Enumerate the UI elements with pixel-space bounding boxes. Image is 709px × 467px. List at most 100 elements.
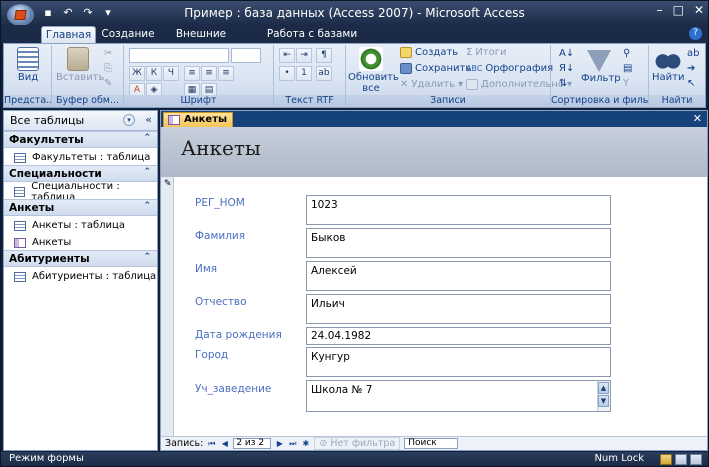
field-surname[interactable]: Быков bbox=[306, 228, 611, 258]
next-record-icon[interactable]: ▶ bbox=[275, 439, 284, 448]
last-record-icon[interactable]: ⏭ bbox=[288, 439, 297, 449]
italic-icon[interactable]: К bbox=[146, 66, 162, 81]
spelling-label: Орфография bbox=[485, 63, 554, 74]
find-button[interactable]: Найти bbox=[652, 47, 684, 83]
nav-item-specialties-table[interactable]: Специальности : таблица bbox=[4, 181, 157, 203]
tab-home[interactable]: Главная bbox=[41, 26, 96, 43]
filter-status-icon: ⊘ bbox=[319, 438, 331, 449]
field-birthdate[interactable]: 24.04.1982 bbox=[306, 327, 611, 345]
save-record-button[interactable]: Сохранить bbox=[400, 63, 471, 74]
replace-icon[interactable]: ab bbox=[687, 48, 699, 59]
scroll-down-icon[interactable]: ▼ bbox=[598, 395, 609, 407]
group-collapse-icon: ⌃ bbox=[143, 252, 151, 262]
group-label-find: Найти bbox=[649, 95, 705, 107]
tab-create[interactable]: Создание bbox=[99, 26, 157, 43]
form-icon bbox=[168, 115, 180, 125]
numbering-icon[interactable]: 1 bbox=[296, 66, 312, 81]
nav-group-faculties[interactable]: Факультеты ⌃ bbox=[4, 131, 157, 148]
goto-icon[interactable]: ➔ bbox=[687, 63, 695, 74]
increase-indent-icon[interactable]: ⇥ bbox=[296, 48, 312, 63]
filter-button[interactable]: Фильтр bbox=[581, 47, 621, 84]
nav-item-applicants-table[interactable]: Абитуриенты : таблица bbox=[4, 267, 157, 284]
refresh-icon bbox=[359, 47, 383, 71]
align-left-icon[interactable]: ≡ bbox=[184, 66, 200, 81]
totals-button[interactable]: Σ Итоги bbox=[466, 47, 507, 58]
nav-menu-dropdown-icon[interactable]: ▾ bbox=[123, 114, 135, 126]
sort-ascending-icon[interactable]: A↓ bbox=[559, 48, 574, 59]
group-views: Вид Предста... bbox=[4, 45, 52, 107]
help-icon[interactable]: ? bbox=[689, 27, 702, 40]
nav-header[interactable]: Все таблицы ▾ « bbox=[4, 111, 157, 131]
rtl-icon[interactable]: ¶ bbox=[316, 48, 332, 63]
decrease-indent-icon[interactable]: ⇤ bbox=[279, 48, 295, 63]
new-record-button[interactable]: Создать bbox=[400, 47, 458, 58]
document-tab-bar: Анкеты ✕ bbox=[161, 111, 707, 127]
field-city[interactable]: Кунгур bbox=[306, 347, 611, 377]
delete-icon: ✕ bbox=[400, 79, 409, 90]
filter-status[interactable]: ⊘ Нет фильтра bbox=[314, 437, 401, 450]
nav-item-label: Абитуриенты : таблица bbox=[32, 271, 157, 282]
group-label-clipboard: Буфер обм... bbox=[52, 95, 123, 107]
align-center-icon[interactable]: ≡ bbox=[201, 66, 217, 81]
format-painter-icon[interactable]: ✎ bbox=[104, 78, 112, 89]
font-name-box[interactable] bbox=[129, 48, 229, 63]
highlight-icon[interactable]: ab bbox=[316, 66, 332, 81]
access-window: ▪ ↶ ↷ ▾ Пример : база данных (Access 200… bbox=[0, 0, 709, 467]
table-icon bbox=[14, 152, 26, 163]
nav-group-specialties[interactable]: Специальности ⌃ bbox=[4, 165, 157, 182]
group-label-font: Шрифт bbox=[124, 95, 273, 107]
paste-button[interactable]: Вставить bbox=[56, 47, 104, 83]
close-icon[interactable]: ✕ bbox=[694, 3, 704, 17]
minimize-icon[interactable]: – bbox=[657, 3, 663, 17]
tab-external-data[interactable]: Внешние данные bbox=[157, 26, 245, 52]
document-close-icon[interactable]: ✕ bbox=[693, 112, 702, 125]
underline-icon[interactable]: Ч bbox=[163, 66, 179, 81]
field-school[interactable]: Школа № 7 ▲ ▼ bbox=[306, 380, 611, 412]
field-school-scrollbar[interactable]: ▲ ▼ bbox=[597, 381, 610, 411]
delete-record-button[interactable]: ✕ Удалить ▾ bbox=[400, 79, 463, 90]
nav-group-label: Факультеты bbox=[9, 134, 84, 146]
nav-item-questionnaires-table[interactable]: Анкеты : таблица bbox=[4, 216, 157, 233]
refresh-all-button[interactable]: Обновить все bbox=[348, 47, 399, 94]
bullets-icon[interactable]: • bbox=[279, 66, 295, 81]
selection-filter-icon[interactable]: ⚲ bbox=[623, 48, 630, 59]
nav-collapse-icon[interactable]: « bbox=[145, 113, 152, 126]
nav-group-applicants[interactable]: Абитуриенты ⌃ bbox=[4, 250, 157, 267]
advanced-filter-icon[interactable]: ▤ bbox=[623, 63, 632, 74]
nav-group-questionnaires[interactable]: Анкеты ⌃ bbox=[4, 199, 157, 216]
field-reg-num[interactable]: 1023 bbox=[306, 195, 611, 225]
record-search-input[interactable]: Поиск bbox=[404, 438, 459, 449]
first-record-icon[interactable]: ⏮ bbox=[207, 439, 216, 449]
totals-label: Итоги bbox=[475, 47, 507, 58]
new-record-nav-icon[interactable]: ✱ bbox=[301, 439, 310, 448]
tab-database-tools[interactable]: Работа с базами данных bbox=[247, 26, 377, 52]
nav-item-questionnaires-form[interactable]: Анкеты bbox=[4, 233, 157, 250]
document-tab-questionnaires[interactable]: Анкеты bbox=[163, 112, 233, 127]
maximize-icon[interactable]: □ bbox=[673, 3, 684, 17]
select-icon[interactable]: ↖ bbox=[687, 78, 695, 89]
design-view-icon[interactable] bbox=[690, 454, 702, 465]
cut-icon[interactable]: ✂ bbox=[104, 48, 112, 59]
prev-record-icon[interactable]: ◀ bbox=[220, 439, 229, 448]
view-button[interactable]: Вид bbox=[12, 47, 44, 83]
bold-icon[interactable]: Ж bbox=[129, 66, 145, 81]
font-size-box[interactable] bbox=[231, 48, 261, 63]
nav-item-faculties-table[interactable]: Факультеты : таблица bbox=[4, 148, 157, 165]
sort-descending-icon[interactable]: Я↓ bbox=[559, 63, 574, 74]
copy-icon[interactable]: ⎘ bbox=[104, 63, 112, 74]
field-name[interactable]: Алексей bbox=[306, 261, 611, 291]
more-icon bbox=[466, 79, 478, 90]
clear-sort-icon[interactable]: ⇅ bbox=[559, 78, 567, 89]
spelling-button[interactable]: ABC Орфография bbox=[466, 63, 553, 74]
window-title: Пример : база данных (Access 2007) - Mic… bbox=[184, 6, 525, 20]
align-right-icon[interactable]: ≡ bbox=[218, 66, 234, 81]
field-patronymic[interactable]: Ильич bbox=[306, 294, 611, 324]
view-icon bbox=[17, 47, 39, 71]
toggle-filter-icon[interactable]: Y bbox=[623, 78, 629, 89]
scroll-up-icon[interactable]: ▲ bbox=[598, 382, 609, 394]
ribbon: Вид Предста... Вставить ✂ ⎘ ✎ Буфер обм.… bbox=[3, 43, 706, 108]
form-view-icon[interactable] bbox=[660, 454, 672, 465]
record-selector[interactable]: ✎ bbox=[161, 177, 174, 445]
record-position-input[interactable]: 2 из 2 bbox=[233, 438, 272, 449]
layout-view-icon[interactable] bbox=[675, 454, 687, 465]
